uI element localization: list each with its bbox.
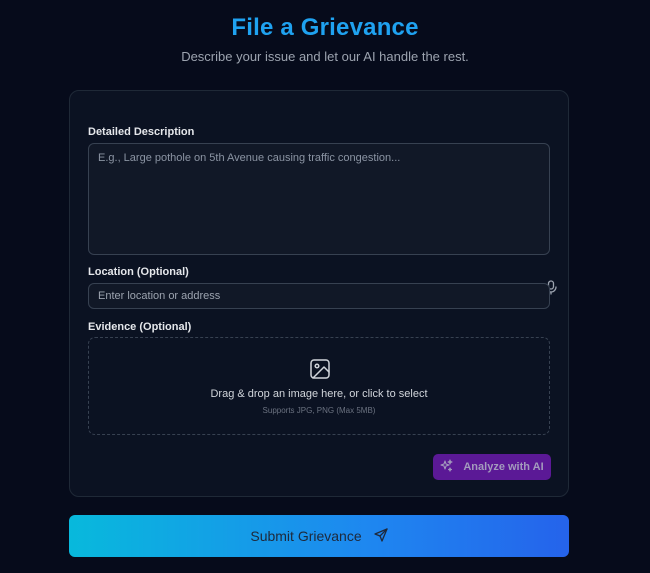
location-label: Location (Optional) <box>88 266 189 278</box>
evidence-label: Evidence (Optional) <box>88 321 192 333</box>
grievance-form-card: Detailed Description E.g., Large pothole… <box>69 90 569 497</box>
analyze-button-label: Analyze with AI <box>463 461 544 473</box>
analyze-with-ai-button[interactable]: Analyze with AI <box>433 454 551 480</box>
dropzone-text: Drag & drop an image here, or click to s… <box>210 388 428 400</box>
submit-grievance-button[interactable]: Submit Grievance <box>69 515 569 557</box>
send-icon <box>373 527 388 545</box>
location-input[interactable]: Enter location or address <box>88 283 550 309</box>
sparkles-icon <box>440 459 453 475</box>
description-textarea[interactable]: E.g., Large pothole on 5th Avenue causin… <box>88 143 557 295</box>
description-label: Detailed Description <box>88 126 195 138</box>
image-icon <box>309 358 331 380</box>
evidence-dropzone[interactable]: Drag & drop an image here, or click to s… <box>88 337 550 435</box>
description-placeholder: E.g., Large pothole on 5th Avenue causin… <box>98 152 401 164</box>
page-subtitle: Describe your issue and let our AI handl… <box>181 49 469 64</box>
submit-button-label: Submit Grievance <box>250 528 362 544</box>
location-placeholder: Enter location or address <box>98 290 221 302</box>
page: File a Grievance Describe your issue and… <box>0 0 650 573</box>
page-title: File a Grievance <box>231 14 419 41</box>
dropzone-subtext: Supports JPG, PNG (Max 5MB) <box>262 406 376 415</box>
